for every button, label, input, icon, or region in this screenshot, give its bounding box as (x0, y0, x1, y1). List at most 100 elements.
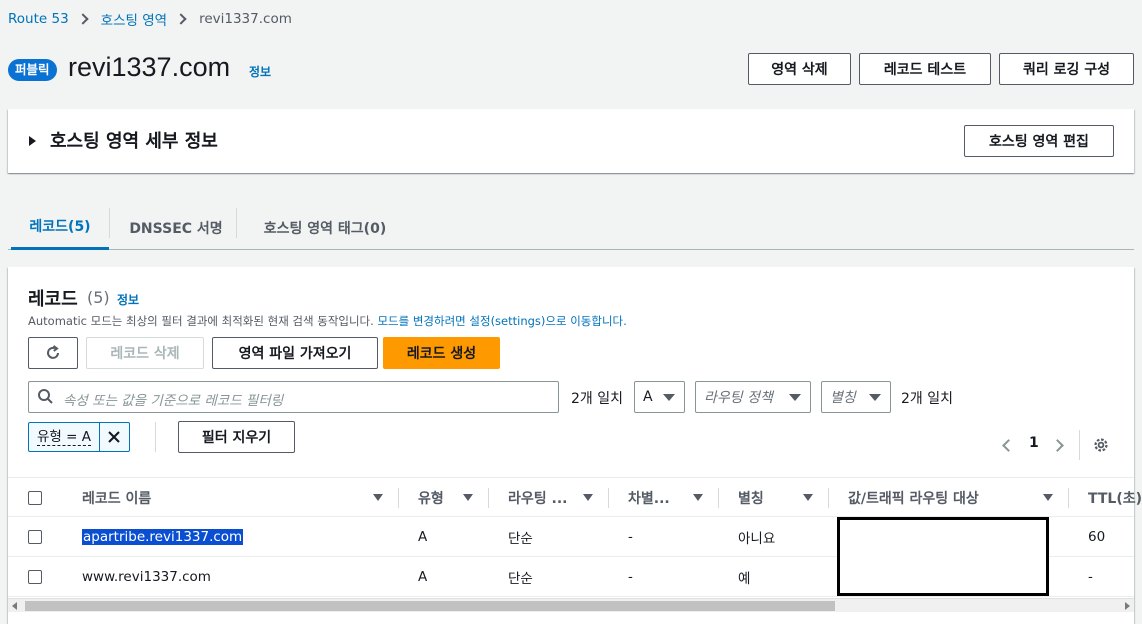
tab-divider (109, 208, 110, 238)
sort-icon[interactable] (693, 494, 703, 501)
record-routing-cell: 단순 (508, 531, 533, 547)
breadcrumb-hosted-zones[interactable]: 호스팅 영역 (101, 9, 167, 29)
page-number[interactable]: 1 (1029, 435, 1039, 451)
record-type-cell: A (418, 569, 428, 585)
sort-icon[interactable] (583, 494, 593, 501)
col-divider[interactable] (488, 488, 489, 508)
scroll-left-icon[interactable] (12, 602, 17, 610)
col-divider[interactable] (828, 488, 829, 508)
record-diff-cell: - (628, 569, 633, 585)
record-alias-cell: 아니요 (738, 531, 776, 547)
sort-icon[interactable] (1043, 494, 1053, 501)
filter-token: 유형 = A (28, 422, 130, 452)
tab-divider (236, 208, 237, 238)
col-differentiator[interactable]: 차별... (628, 478, 670, 518)
chevron-right-icon (175, 13, 187, 25)
filter-token-text: 유형 = A (37, 429, 91, 446)
test-record-button[interactable]: 레코드 테스트 (859, 53, 991, 85)
row-checkbox[interactable] (28, 530, 42, 544)
filter-token-label[interactable]: 유형 = A (29, 423, 99, 451)
col-type[interactable]: 유형 (418, 478, 444, 518)
settings-link[interactable]: 모드를 변경하려면 설정(settings)으로 이동합니다. (377, 314, 626, 328)
edit-hosted-zone-button[interactable]: 호스팅 영역 편집 (964, 125, 1114, 157)
horizontal-scrollbar[interactable] (8, 598, 1134, 612)
alias-select[interactable]: 별칭 (821, 381, 891, 413)
search-placeholder: 속성 또는 값을 기준으로 레코드 필터링 (63, 393, 284, 409)
record-ttl-cell: 60 (1088, 529, 1106, 545)
col-divider[interactable] (398, 488, 399, 508)
hosted-zone-details-panel: 호스팅 영역 세부 정보 호스팅 영역 편집 (8, 109, 1134, 173)
match-count: 2개 일치 (571, 391, 623, 407)
routing-select-value: 라우팅 정책 (704, 390, 773, 406)
tab-dnssec[interactable]: DNSSEC 서명 (116, 205, 236, 250)
breadcrumb: Route 53 호스팅 영역 revi1337.com (8, 9, 292, 29)
col-divider[interactable] (1068, 488, 1069, 508)
type-select-value: A (643, 389, 653, 405)
record-routing-cell: 단순 (508, 571, 533, 587)
col-divider[interactable] (718, 488, 719, 508)
col-value[interactable]: 값/트래픽 라우팅 대상 (848, 478, 979, 518)
col-record-name[interactable]: 레코드 이름 (82, 478, 151, 518)
scroll-right-icon[interactable] (1125, 602, 1130, 610)
records-description-text: Automatic 모드는 최상의 필터 결과에 최적화된 현재 검색 동작입니… (28, 314, 374, 328)
col-ttl[interactable]: TTL(초) (1088, 478, 1142, 518)
refresh-icon (47, 345, 59, 359)
record-name-cell[interactable]: apartribe.revi1337.com (82, 517, 244, 557)
records-title: 레코드 (28, 289, 78, 310)
routing-policy-select[interactable]: 라우팅 정책 (695, 381, 811, 413)
close-icon (108, 431, 121, 443)
record-ttl-cell: - (1088, 569, 1093, 585)
sort-icon[interactable] (803, 494, 813, 501)
search-icon (38, 389, 53, 404)
match-count-2: 2개 일치 (901, 391, 953, 407)
record-name: apartribe.revi1337.com (82, 529, 244, 545)
clear-filters-button[interactable]: 필터 지우기 (178, 421, 295, 453)
col-divider[interactable] (608, 488, 609, 508)
table-header: 레코드 이름 유형 라우팅 ... 차별... 별칭 값/트래픽 라우팅 대상 … (8, 477, 1142, 518)
caret-down-icon (869, 394, 881, 401)
select-all-checkbox[interactable] (28, 491, 42, 505)
delete-record-button[interactable]: 레코드 삭제 (86, 337, 204, 369)
scroll-thumb[interactable] (25, 601, 835, 611)
redacted-value-box (837, 517, 1049, 596)
refresh-button[interactable] (28, 337, 78, 369)
create-record-button[interactable]: 레코드 생성 (383, 337, 500, 369)
tab-records[interactable]: 레코드(5) (11, 205, 109, 250)
row-checkbox[interactable] (28, 570, 42, 584)
alias-select-value: 별칭 (830, 390, 856, 406)
next-page-icon[interactable] (1051, 439, 1064, 452)
breadcrumb-current: revi1337.com (199, 11, 292, 27)
import-zone-file-button[interactable]: 영역 파일 가져오기 (212, 337, 378, 369)
type-select[interactable]: A (634, 381, 685, 413)
records-panel: 레코드 (5) 정보 Automatic 모드는 최상의 필터 결과에 최적화된… (8, 267, 1142, 624)
tabs: 레코드(5) DNSSEC 서명 호스팅 영역 태그(0) (8, 205, 1134, 250)
token-divider (155, 422, 156, 452)
page-title: revi1337.com (68, 52, 231, 82)
breadcrumb-route53[interactable]: Route 53 (8, 11, 69, 27)
records-count: (5) (87, 288, 110, 307)
record-name-cell[interactable]: www.revi1337.com (82, 557, 211, 597)
record-alias-cell: 예 (738, 571, 751, 587)
gear-icon[interactable] (1092, 436, 1110, 454)
record-diff-cell: - (628, 529, 633, 545)
record-filter-input[interactable]: 속성 또는 값을 기준으로 레코드 필터링 (28, 381, 559, 413)
col-alias[interactable]: 별칭 (738, 478, 764, 518)
tab-tags[interactable]: 호스팅 영역 태그(0) (244, 205, 406, 250)
caret-right-icon[interactable] (29, 136, 36, 146)
sort-icon[interactable] (463, 494, 473, 501)
caret-down-icon (663, 394, 675, 401)
title-info-link[interactable]: 정보 (249, 63, 271, 80)
sort-icon[interactable] (373, 494, 383, 501)
records-info-link[interactable]: 정보 (117, 291, 139, 308)
public-badge: 퍼블릭 (8, 59, 57, 81)
col-routing[interactable]: 라우팅 ... (508, 478, 567, 518)
record-type-cell: A (418, 529, 428, 545)
query-logging-button[interactable]: 쿼리 로깅 구성 (999, 53, 1134, 85)
records-description: Automatic 모드는 최상의 필터 결과에 최적화된 현재 검색 동작입니… (28, 313, 627, 329)
delete-zone-button[interactable]: 영역 삭제 (748, 53, 851, 85)
chevron-right-icon (77, 13, 89, 25)
details-title[interactable]: 호스팅 영역 세부 정보 (50, 127, 218, 153)
remove-filter-button[interactable] (98, 423, 129, 451)
caret-down-icon (789, 394, 801, 401)
prev-page-icon[interactable] (1002, 439, 1015, 452)
